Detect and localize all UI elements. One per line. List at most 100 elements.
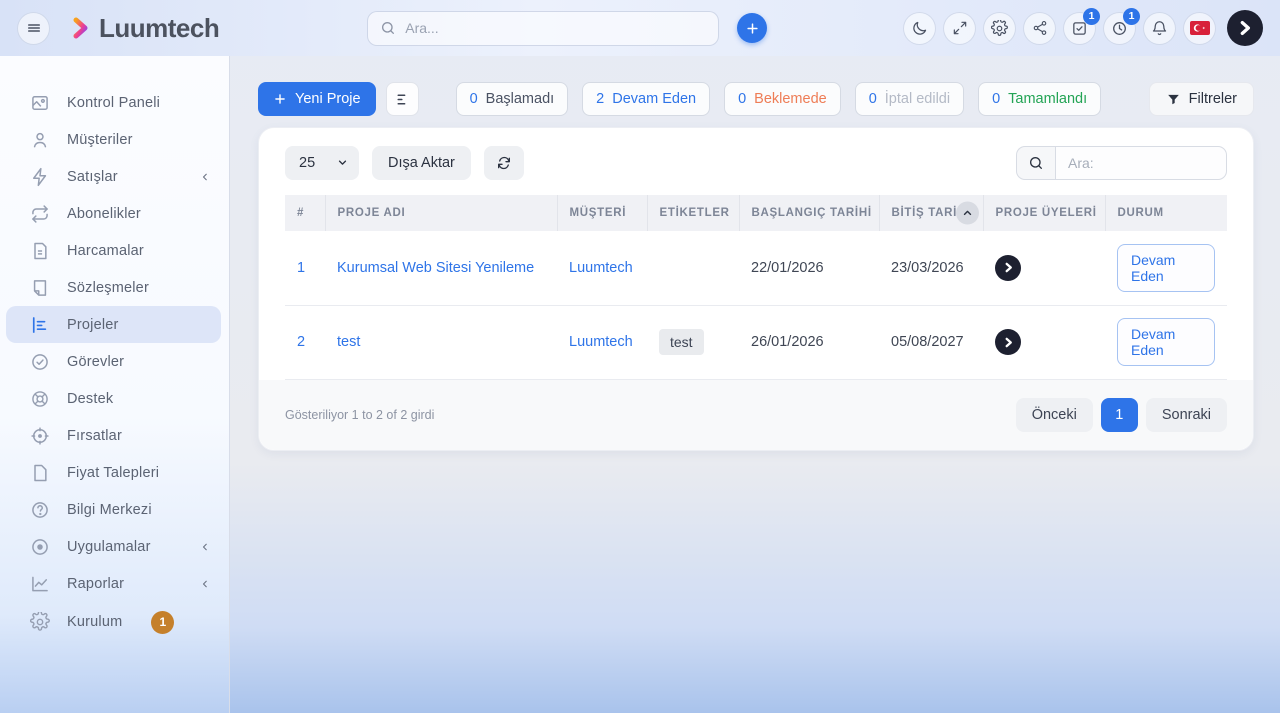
- sidebar-item-fiyat-talepleri[interactable]: Fiyat Talepleri: [6, 454, 221, 491]
- status-pill-beklemede[interactable]: 0 Beklemede: [724, 82, 841, 116]
- table-search: [1016, 146, 1227, 180]
- sidebar-item-projeler[interactable]: Projeler: [6, 306, 221, 343]
- filters-button[interactable]: Filtreler: [1149, 82, 1254, 116]
- global-search-input[interactable]: [405, 20, 706, 36]
- filters-label: Filtreler: [1189, 91, 1237, 107]
- sidebar-item-bilgi-merkezi[interactable]: Bilgi Merkezi: [6, 491, 221, 528]
- sidebar-item-label: Fiyat Talepleri: [67, 465, 159, 481]
- repeat-icon: [30, 204, 50, 224]
- plus-icon: [273, 92, 287, 106]
- list-bars-icon: [394, 91, 411, 108]
- page-size-select[interactable]: 25: [285, 146, 359, 180]
- tasks-button[interactable]: 1: [1063, 12, 1096, 45]
- sidebar-item-abonelikler[interactable]: Abonelikler: [6, 195, 221, 232]
- table-controls: 25 Dışa Aktar: [259, 128, 1253, 193]
- table-row: 2 test Luumtech test 26/01/2026 05/08/20…: [285, 305, 1227, 379]
- tags-cell: [647, 231, 739, 305]
- sidebar-item-satislar[interactable]: Satışlar: [6, 158, 221, 195]
- sort-ascending-button[interactable]: [956, 202, 979, 225]
- col-bitis-tarihi[interactable]: BİTİŞ TARİHİ: [879, 195, 983, 231]
- previous-page-button[interactable]: Önceki: [1016, 398, 1093, 432]
- project-member-avatar[interactable]: [995, 329, 1021, 355]
- quick-add-button[interactable]: [737, 13, 767, 43]
- pill-label: İptal edildi: [885, 91, 950, 107]
- expand-icon: [952, 20, 968, 36]
- settings-button[interactable]: [983, 12, 1016, 45]
- sidebar-item-harcamalar[interactable]: Harcamalar: [6, 232, 221, 269]
- refresh-button[interactable]: [484, 146, 524, 180]
- col-etiketler[interactable]: ETİKETLER: [647, 195, 739, 231]
- sidebar-item-uygulamalar[interactable]: Uygulamalar: [6, 528, 221, 565]
- timer-button[interactable]: 1: [1103, 12, 1136, 45]
- turkish-flag-icon: [1190, 21, 1210, 35]
- next-page-button[interactable]: Sonraki: [1146, 398, 1227, 432]
- sidebar-item-label: Kontrol Paneli: [67, 95, 160, 111]
- project-name-link[interactable]: Kurumsal Web Sitesi Yenileme: [337, 260, 534, 276]
- page-1-button[interactable]: 1: [1101, 398, 1138, 432]
- col-musteri[interactable]: MÜŞTERİ: [557, 195, 647, 231]
- file-icon: [30, 463, 50, 483]
- sidebar-item-gorevler[interactable]: Görevler: [6, 343, 221, 380]
- chevron-up-icon: [961, 207, 974, 220]
- pill-label: Devam Eden: [612, 91, 696, 107]
- pill-count: 0: [869, 91, 877, 107]
- table-search-input[interactable]: [1055, 146, 1227, 180]
- notifications-button[interactable]: [1143, 12, 1176, 45]
- status-pill-tamamlandi[interactable]: 0 Tamamlandı: [978, 82, 1101, 116]
- sidebar-item-raporlar[interactable]: Raporlar: [6, 565, 221, 602]
- sidebar-item-label: Projeler: [67, 317, 119, 333]
- col-proje-uyeleri[interactable]: PROJE ÜYELERİ: [983, 195, 1105, 231]
- life-buoy-icon: [30, 389, 50, 409]
- global-search[interactable]: [367, 11, 719, 46]
- fullscreen-button[interactable]: [943, 12, 976, 45]
- customer-link[interactable]: Luumtech: [569, 260, 633, 276]
- status-badge[interactable]: Devam Eden: [1117, 244, 1215, 292]
- project-name-link[interactable]: test: [337, 334, 360, 350]
- gear-icon: [991, 20, 1008, 37]
- sidebar-item-destek[interactable]: Destek: [6, 380, 221, 417]
- new-project-button[interactable]: Yeni Proje: [258, 82, 376, 116]
- projects-table-card: 25 Dışa Aktar: [258, 127, 1254, 451]
- pill-label: Tamamlandı: [1008, 91, 1087, 107]
- pill-label: Başlamadı: [486, 91, 555, 107]
- sidebar-item-kontrol-paneli[interactable]: Kontrol Paneli: [6, 84, 221, 121]
- top-bar: Luumtech 1 1: [0, 0, 1280, 56]
- avatar-chevron-icon: [1237, 20, 1253, 36]
- view-list-button[interactable]: [386, 82, 419, 116]
- menu-toggle-button[interactable]: [17, 12, 50, 45]
- status-pill-baslamadi[interactable]: 0 Başlamadı: [456, 82, 569, 116]
- sidebar-item-label: Bilgi Merkezi: [67, 502, 152, 518]
- start-date: 22/01/2026: [739, 231, 879, 305]
- search-icon: [1016, 146, 1055, 180]
- project-member-avatar[interactable]: [995, 255, 1021, 281]
- pill-count: 0: [470, 91, 478, 107]
- share-button[interactable]: [1023, 12, 1056, 45]
- gear-icon: [30, 612, 50, 632]
- sidebar-item-label: Müşteriler: [67, 132, 133, 148]
- funnel-icon: [1166, 92, 1181, 107]
- main-content: Yeni Proje 0 Başlamadı 2 Devam Eden 0 Be…: [230, 56, 1280, 713]
- status-pill-iptal-edildi[interactable]: 0 İptal edildi: [855, 82, 964, 116]
- sidebar-item-sozlesmeler[interactable]: Sözleşmeler: [6, 269, 221, 306]
- col-durum[interactable]: DURUM: [1105, 195, 1227, 231]
- export-button[interactable]: Dışa Aktar: [372, 146, 471, 180]
- status-pill-devam-eden[interactable]: 2 Devam Eden: [582, 82, 710, 116]
- table-row: 1 Kurumsal Web Sitesi Yenileme Luumtech …: [285, 231, 1227, 305]
- sidebar-item-firsatlar[interactable]: Fırsatlar: [6, 417, 221, 454]
- status-badge[interactable]: Devam Eden: [1117, 318, 1215, 366]
- table-footer: Gösteriliyor 1 to 2 of 2 girdi Önceki 1 …: [259, 380, 1253, 450]
- sidebar-item-label: Destek: [67, 391, 113, 407]
- dark-mode-button[interactable]: [903, 12, 936, 45]
- tag-chip: test: [659, 329, 704, 355]
- col-num[interactable]: #: [285, 195, 325, 231]
- brand-logo[interactable]: Luumtech: [68, 13, 219, 44]
- customer-link[interactable]: Luumtech: [569, 334, 633, 350]
- user-icon: [30, 130, 50, 150]
- sidebar-item-musteriler[interactable]: Müşteriler: [6, 121, 221, 158]
- sidebar-item-kurulum[interactable]: Kurulum 1: [6, 602, 221, 642]
- col-baslangic-tarihi[interactable]: BAŞLANGIÇ TARİHİ: [739, 195, 879, 231]
- col-proje-adi[interactable]: PROJE ADI: [325, 195, 557, 231]
- language-button[interactable]: [1183, 12, 1216, 45]
- status-filter-pills: 0 Başlamadı 2 Devam Eden 0 Beklemede 0 İ…: [456, 82, 1102, 116]
- user-avatar[interactable]: [1227, 10, 1263, 46]
